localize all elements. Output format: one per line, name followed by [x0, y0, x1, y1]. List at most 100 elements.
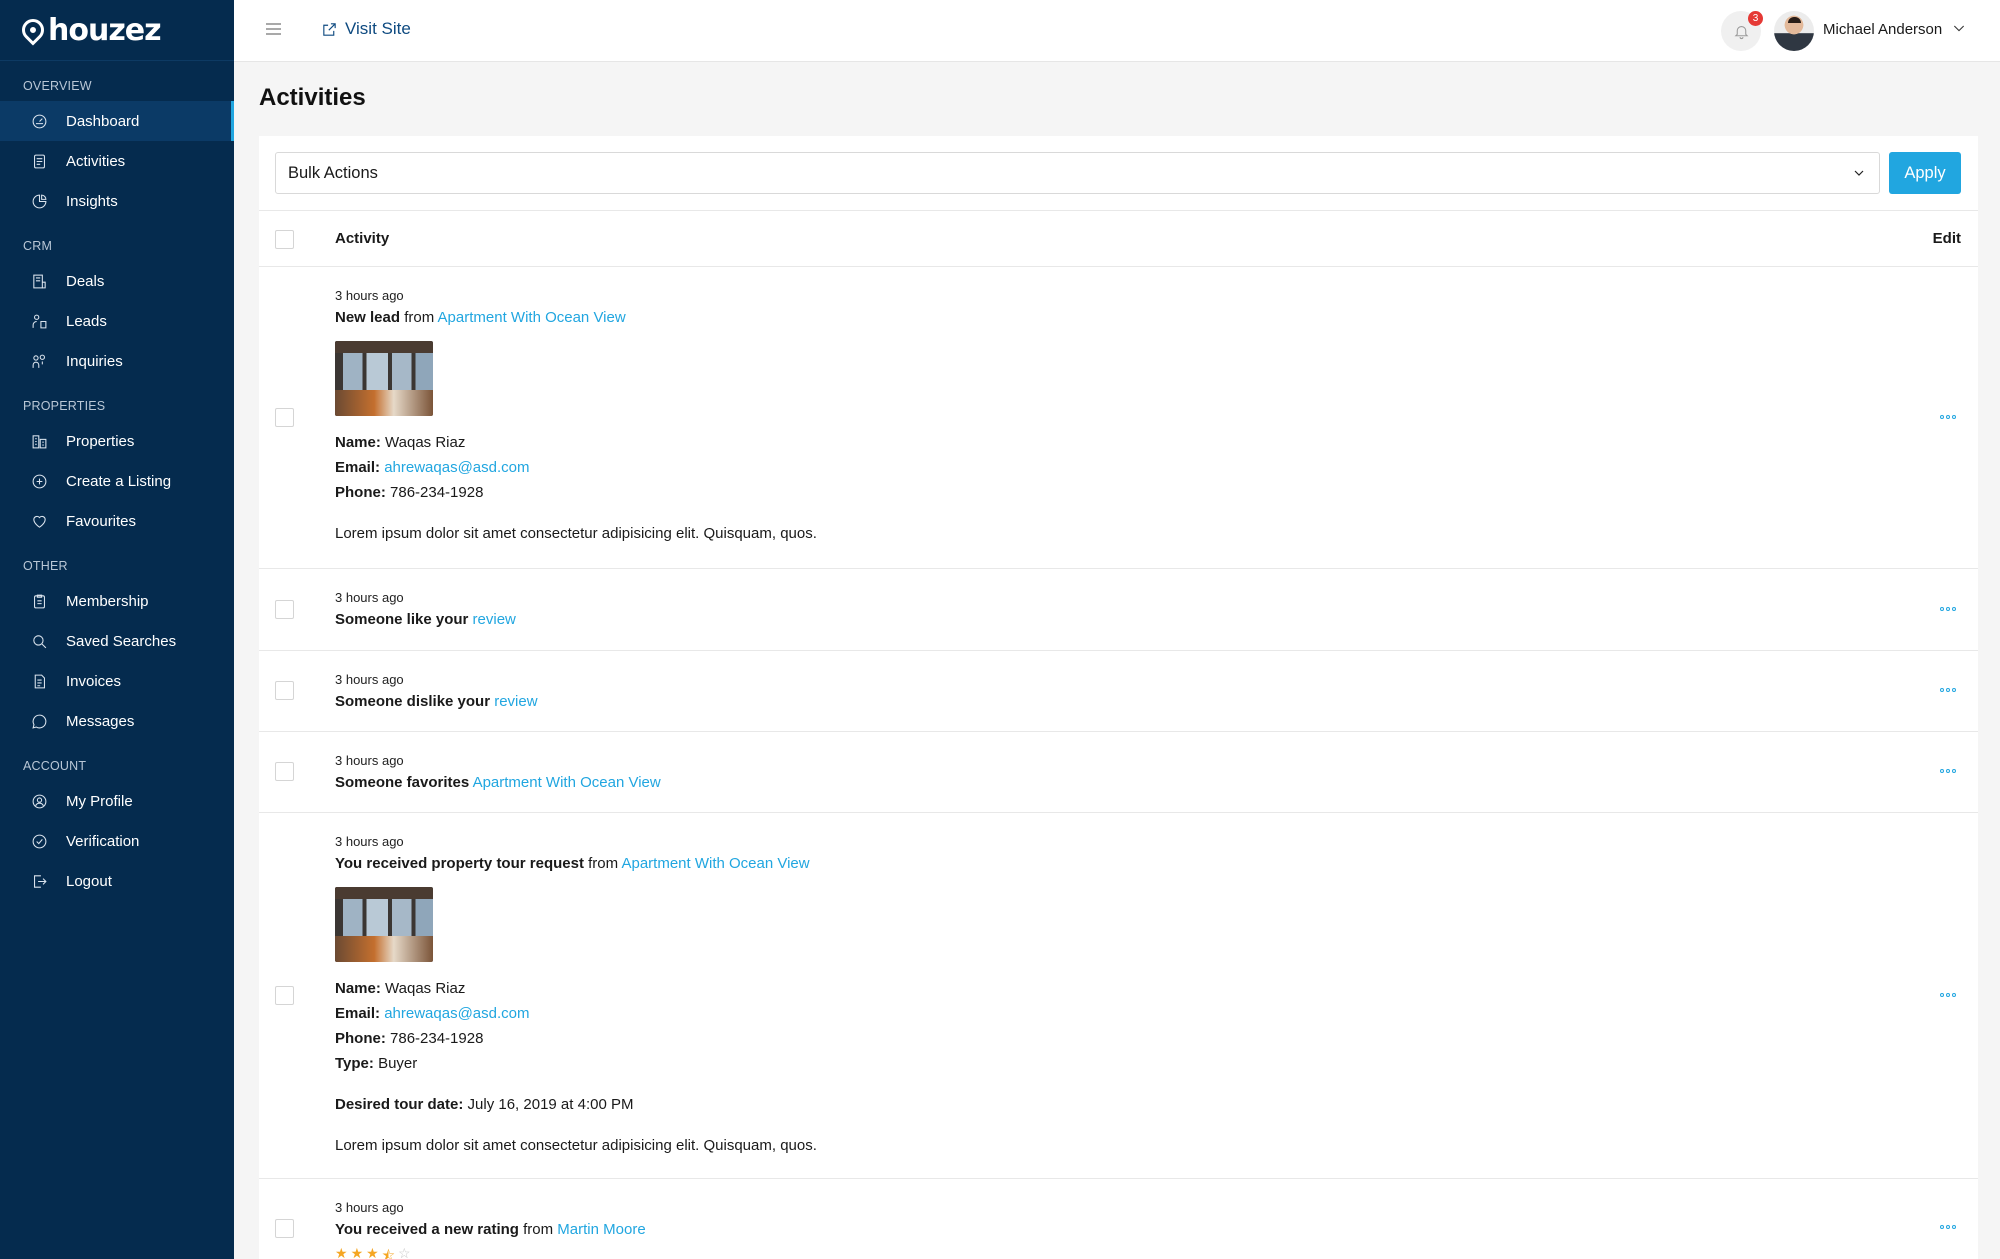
activity-title-bold: You received a new rating — [335, 1221, 519, 1238]
activities-panel: Bulk Actions Apply Activity Edit 3 hours… — [259, 136, 1978, 1259]
sidebar-item-label: Inquiries — [66, 352, 123, 370]
sidebar-item-inquiries[interactable]: Inquiries — [0, 341, 234, 381]
sidebar-item-my-profile[interactable]: My Profile — [0, 781, 234, 821]
user-icon — [30, 792, 48, 810]
tour-label: Desired tour date: — [335, 1096, 464, 1113]
review-link[interactable]: review — [494, 693, 537, 710]
sidebar-item-label: Activities — [66, 152, 126, 170]
review-link[interactable]: review — [473, 611, 516, 628]
sidebar-item-messages[interactable]: Messages — [0, 701, 234, 741]
lead-type: Type: Buyer — [335, 1051, 817, 1076]
inquiries-icon — [30, 352, 48, 370]
rating-stars: ★ ★ ★ ⯪ ☆ — [335, 1245, 646, 1259]
more-options-icon[interactable] — [1940, 1225, 1956, 1229]
visit-site-link[interactable]: Visit Site — [321, 19, 411, 39]
activity-time: 3 hours ago — [335, 672, 404, 687]
external-link-icon — [323, 22, 336, 36]
menu-toggle-icon[interactable] — [266, 23, 281, 35]
star-icon: ★ — [335, 1245, 348, 1259]
avatar[interactable] — [1774, 11, 1814, 51]
brand-logo[interactable]: houzez — [0, 0, 234, 61]
sidebar-item-deals[interactable]: Deals — [0, 261, 234, 301]
activity-title: You received a new rating from Martin Mo… — [335, 1217, 646, 1242]
activity-title: Someone favorites Apartment With Ocean V… — [335, 770, 661, 795]
more-options-icon[interactable] — [1940, 606, 1956, 611]
row-checkbox[interactable] — [275, 985, 294, 1005]
activities-icon — [30, 152, 48, 170]
sidebar-item-dashboard[interactable]: Dashboard — [0, 101, 234, 141]
more-options-icon[interactable] — [1940, 992, 1956, 997]
property-link[interactable]: Apartment With Ocean View — [621, 855, 809, 872]
name-label: Name: — [335, 980, 381, 997]
activity-content: 3 hours ago You received property tour r… — [335, 833, 817, 1158]
sidebar-item-saved-searches[interactable]: Saved Searches — [0, 621, 234, 661]
activity-message: Lorem ipsum dolor sit amet consectetur a… — [335, 525, 817, 542]
sidebar-item-properties[interactable]: Properties — [0, 421, 234, 461]
activity-row: 3 hours ago New lead from Apartment With… — [259, 267, 1978, 569]
apply-button[interactable]: Apply — [1889, 152, 1961, 194]
top-bar: Visit Site 3 Michael Anderson — [234, 0, 2000, 62]
activity-time: 3 hours ago — [335, 288, 404, 303]
type-label: Type: — [335, 1055, 374, 1072]
lead-phone: Phone: 786-234-1928 — [335, 1026, 817, 1051]
sidebar-item-create-listing[interactable]: Create a Listing — [0, 461, 234, 501]
search-icon — [30, 632, 48, 650]
sidebar-item-label: Properties — [66, 432, 135, 450]
phone-value: 786-234-1928 — [385, 1030, 484, 1047]
property-thumbnail[interactable] — [335, 887, 433, 962]
bulk-actions-select[interactable]: Bulk Actions — [275, 152, 1880, 194]
sidebar-item-label: Insights — [66, 192, 118, 210]
sidebar-item-logout[interactable]: Logout — [0, 861, 234, 901]
user-name[interactable]: Michael Anderson — [1823, 21, 1942, 38]
sidebar-item-label: Leads — [66, 312, 107, 330]
sidebar-item-favourites[interactable]: Favourites — [0, 501, 234, 541]
star-half-icon: ⯪ — [381, 1247, 395, 1259]
more-options-icon[interactable] — [1940, 414, 1956, 419]
sidebar-item-label: Verification — [66, 832, 140, 850]
more-options-icon[interactable] — [1940, 769, 1956, 773]
sidebar-item-membership[interactable]: Membership — [0, 581, 234, 621]
membership-icon — [30, 592, 48, 610]
email-link[interactable]: ahrewaqas@asd.com — [384, 459, 529, 476]
sidebar-item-insights[interactable]: Insights — [0, 181, 234, 221]
activity-content: 3 hours ago Someone favorites Apartment … — [335, 752, 661, 795]
sidebar-item-label: Membership — [66, 592, 149, 610]
reviewer-link[interactable]: Martin Moore — [557, 1221, 645, 1238]
row-checkbox[interactable] — [275, 1219, 294, 1238]
activity-title-bold: You received property tour request — [335, 855, 584, 872]
sidebar-item-verification[interactable]: Verification — [0, 821, 234, 861]
sidebar-item-invoices[interactable]: Invoices — [0, 661, 234, 701]
column-header-edit: Edit — [1932, 230, 1961, 247]
property-link[interactable]: Apartment With Ocean View — [473, 774, 661, 791]
email-link[interactable]: ahrewaqas@asd.com — [384, 1005, 529, 1022]
chevron-down-icon[interactable] — [1951, 20, 1967, 41]
tour-value: July 16, 2019 at 4:00 PM — [463, 1096, 634, 1113]
sidebar-item-leads[interactable]: Leads — [0, 301, 234, 341]
row-checkbox[interactable] — [275, 599, 294, 619]
sidebar-item-label: Dashboard — [66, 112, 140, 130]
activity-time: 3 hours ago — [335, 834, 404, 849]
property-thumbnail[interactable] — [335, 341, 433, 416]
more-options-icon[interactable] — [1940, 688, 1956, 692]
table-header: Activity Edit — [259, 210, 1978, 267]
phone-label: Phone: — [335, 1030, 386, 1047]
notifications-button[interactable]: 3 — [1721, 11, 1763, 51]
chevron-down-icon — [1851, 165, 1867, 186]
row-checkbox[interactable] — [275, 762, 294, 781]
activity-row: 3 hours ago You received property tour r… — [259, 813, 1978, 1179]
location-pin-icon — [17, 14, 49, 46]
activity-time: 3 hours ago — [335, 590, 404, 605]
activity-row: 3 hours ago You received a new rating fr… — [259, 1179, 1978, 1259]
name-label: Name: — [335, 434, 381, 451]
select-all-checkbox[interactable] — [275, 230, 294, 249]
sidebar-item-activities[interactable]: Activities — [0, 141, 234, 181]
activity-title-bold: New lead — [335, 309, 401, 326]
type-value: Buyer — [373, 1055, 418, 1072]
row-checkbox[interactable] — [275, 407, 294, 427]
name-value: Waqas Riaz — [380, 980, 466, 997]
row-checkbox[interactable] — [275, 681, 294, 700]
activity-row: 3 hours ago Someone like your review — [259, 569, 1978, 651]
email-label: Email: — [335, 459, 381, 476]
sidebar-item-label: Create a Listing — [66, 472, 172, 490]
property-link[interactable]: Apartment With Ocean View — [438, 309, 626, 326]
